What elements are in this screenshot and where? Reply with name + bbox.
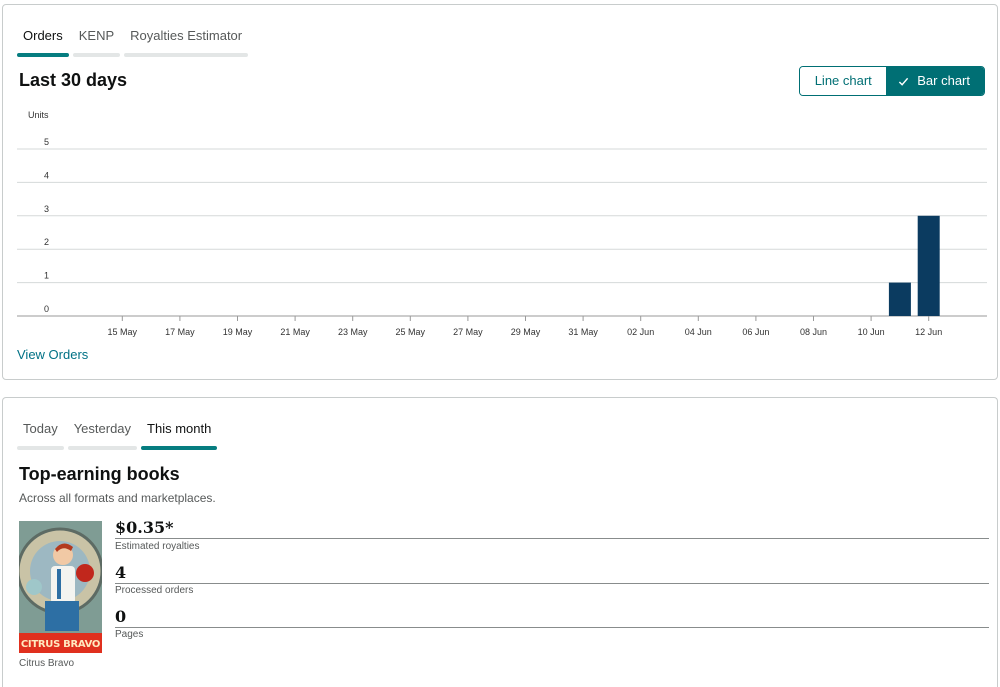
orders-bar-chart: Units 0 1 2 3 4 5 15 May 17 May 19 May 21 May 23 Ma…: [17, 110, 987, 337]
x-tick-label: 27 May: [453, 327, 483, 337]
tab-today[interactable]: Today: [17, 420, 64, 450]
tab-this-month[interactable]: This month: [141, 420, 218, 450]
bar: [888, 282, 911, 316]
y-tick-label: 2: [44, 237, 49, 247]
royalties-label: Estimated royalties: [115, 541, 200, 552]
y-tick-label: 3: [44, 204, 49, 214]
cover-art: [19, 521, 102, 653]
x-tick-label: 23 May: [338, 327, 368, 337]
pages-label: Pages: [115, 629, 144, 640]
pages-value: 0: [115, 607, 127, 626]
x-tick-label: 02 Jun: [627, 327, 654, 337]
book-name[interactable]: Citrus Bravo: [19, 658, 74, 669]
royalties-value: $0.35*: [115, 518, 174, 537]
x-tick-label: 17 May: [165, 327, 195, 337]
y-axis-label: Units: [28, 110, 49, 120]
orders-metric: 4: [115, 561, 989, 584]
top-earning-title: Top-earning books: [19, 464, 180, 484]
x-tick-label: 06 Jun: [742, 327, 769, 337]
tab-yesterday[interactable]: Yesterday: [67, 420, 138, 450]
x-tick-label: 21 May: [280, 327, 310, 337]
royalties-metric: $0.35*: [115, 516, 989, 539]
x-tick-label: 19 May: [223, 327, 253, 337]
orders-tabs: Orders KENP Royalties Estimator: [17, 27, 249, 57]
processed-orders-value: 4: [115, 563, 127, 582]
x-tick-label: 15 May: [108, 327, 138, 337]
tab-kenp[interactable]: KENP: [72, 27, 121, 57]
orders-card: Orders KENP Royalties Estimator Last 30 …: [2, 4, 998, 380]
cover-title: CITRUS BRAVO: [20, 639, 101, 650]
x-tick-label: 29 May: [511, 327, 541, 337]
bar-chart-button[interactable]: Bar chart: [886, 67, 984, 95]
period-tabs: Today Yesterday This month: [17, 420, 218, 450]
line-chart-label: Line chart: [814, 73, 872, 88]
view-orders-link[interactable]: View Orders: [17, 347, 88, 362]
tab-orders[interactable]: Orders: [17, 27, 69, 57]
chart-type-toggle: Line chart Bar chart: [799, 66, 985, 96]
top-earning-card: Today Yesterday This month Top-earning b…: [2, 397, 998, 687]
line-chart-button[interactable]: Line chart: [800, 67, 887, 95]
x-tick-label: 10 Jun: [858, 327, 885, 337]
tab-royalties-estimator[interactable]: Royalties Estimator: [124, 27, 249, 57]
book-cover-image[interactable]: CITRUS BRAVO: [19, 521, 102, 653]
x-tick-label: 04 Jun: [685, 327, 712, 337]
x-tick-label: 31 May: [568, 327, 598, 337]
y-tick-label: 0: [44, 304, 49, 314]
x-tick-label: 08 Jun: [800, 327, 827, 337]
checkmark-icon: [899, 77, 909, 86]
chart-title: Last 30 days: [19, 70, 128, 90]
top-earning-subtitle: Across all formats and marketplaces.: [19, 491, 216, 505]
pages-metric: 0: [115, 605, 989, 628]
processed-orders-label: Processed orders: [115, 585, 194, 596]
bar-chart-label: Bar chart: [917, 73, 970, 88]
x-tick-label: 25 May: [396, 327, 426, 337]
x-tick-label: 12 Jun: [915, 327, 942, 337]
y-tick-label: 4: [44, 170, 49, 180]
bar: [917, 215, 940, 316]
y-tick-label: 5: [44, 137, 49, 147]
y-tick-label: 1: [44, 271, 49, 281]
